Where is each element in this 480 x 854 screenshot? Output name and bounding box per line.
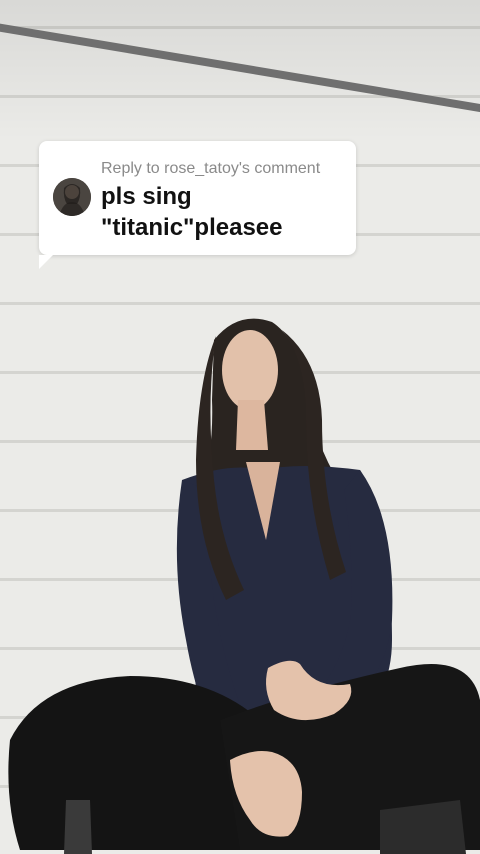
reply-comment-card[interactable]: Reply to rose_tatoy's comment pls sing "… xyxy=(39,141,356,269)
user-avatar-icon[interactable] xyxy=(53,178,91,216)
video-background xyxy=(0,0,480,854)
person-figure xyxy=(8,318,480,854)
reply-comment-text: pls sing "titanic"pleasee xyxy=(101,181,351,243)
reply-line-1: pls sing xyxy=(101,183,192,210)
reply-line-2: "titanic"pleasee xyxy=(101,214,283,241)
reply-header: Reply to rose_tatoy's comment xyxy=(101,160,321,177)
